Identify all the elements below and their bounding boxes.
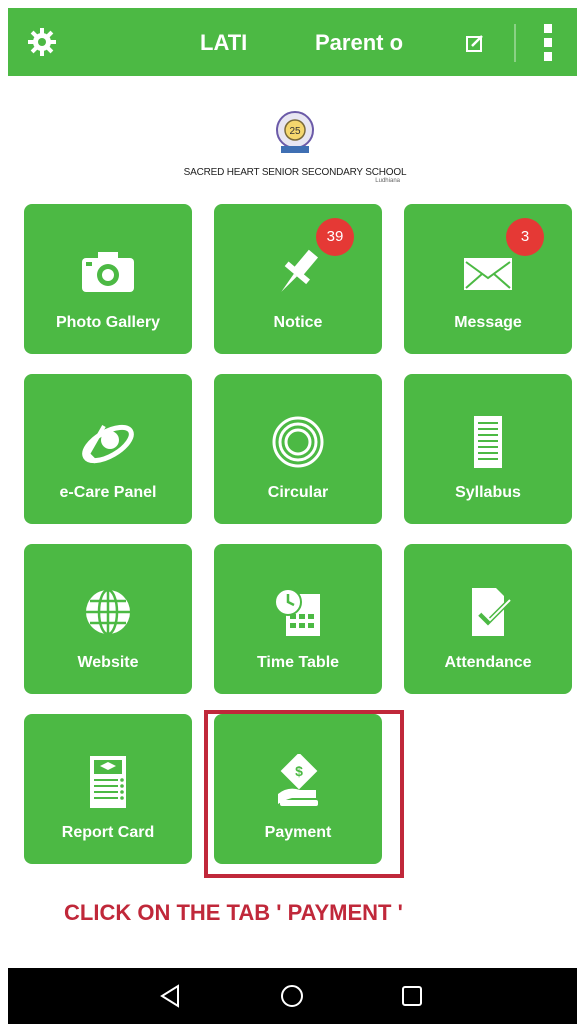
tile-photo-gallery[interactable]: Photo Gallery <box>24 204 192 354</box>
gear-icon[interactable] <box>26 26 58 58</box>
tile-message[interactable]: 3 Message <box>404 204 572 354</box>
tile-website[interactable]: Website <box>24 544 192 694</box>
tile-label: Notice <box>273 314 323 331</box>
tile-label: e-Care Panel <box>59 484 157 501</box>
report-card-icon <box>90 756 126 808</box>
tile-report-card[interactable]: Report Card <box>24 714 192 864</box>
payment-highlight-box <box>204 710 404 878</box>
instruction-text: CLICK ON THE TAB ' PAYMENT ' <box>64 900 403 925</box>
tile-label: Syllabus <box>455 484 521 501</box>
recents-icon[interactable] <box>398 982 426 1010</box>
envelope-icon <box>464 258 512 290</box>
timetable-icon <box>274 588 320 636</box>
notice-badge: 39 <box>316 218 354 256</box>
system-nav-bar <box>8 968 577 1024</box>
pin-icon <box>281 249 319 292</box>
tile-syllabus[interactable]: Syllabus <box>404 374 572 524</box>
more-vert-icon[interactable] <box>543 24 553 62</box>
back-icon[interactable] <box>156 982 184 1010</box>
syllabus-icon <box>474 416 502 468</box>
tile-label: Website <box>77 654 139 671</box>
tile-label: Photo Gallery <box>55 314 161 331</box>
message-badge: 3 <box>506 218 544 256</box>
camera-icon <box>82 252 134 292</box>
ecare-icon <box>82 424 134 464</box>
circular-icon <box>272 416 324 468</box>
school-emblem-icon: 25 <box>276 111 314 153</box>
tile-time-table[interactable]: Time Table <box>214 544 382 694</box>
school-logo: 25 SACRED HEART SENIOR SECONDARY SCHOOL … <box>180 108 410 186</box>
tile-label: Time Table <box>256 654 340 671</box>
tile-notice[interactable]: 39 Notice <box>214 204 382 354</box>
app-subtitle: Parent o <box>315 30 404 55</box>
school-city: Ludhiana <box>375 178 400 184</box>
attendance-icon <box>472 588 511 636</box>
header-divider <box>514 24 516 62</box>
tile-circular[interactable]: Circular <box>214 374 382 524</box>
tile-label: Attendance <box>444 654 532 671</box>
home-icon[interactable] <box>278 982 306 1010</box>
app-title: LATI <box>200 30 248 55</box>
tile-label: Message <box>454 314 522 331</box>
tile-label: Circular <box>267 484 329 501</box>
app-header: LATI Parent o <box>8 8 577 76</box>
edit-icon[interactable] <box>466 34 484 52</box>
tile-attendance[interactable]: Attendance <box>404 544 572 694</box>
school-name: SACRED HEART SENIOR SECONDARY SCHOOL <box>183 167 407 178</box>
tile-e-care-panel[interactable]: e-Care Panel <box>24 374 192 524</box>
svg-text:25: 25 <box>289 126 301 137</box>
tile-label: Report Card <box>61 824 155 841</box>
globe-icon <box>86 588 130 636</box>
